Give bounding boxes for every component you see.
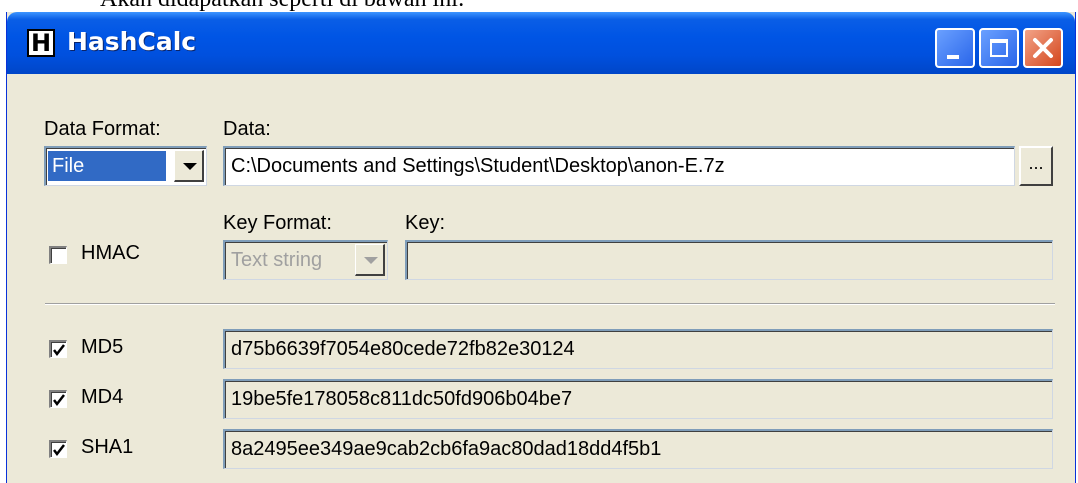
md4-result[interactable]: 19be5fe178058c811dc50fd906b04be7 <box>223 379 1053 419</box>
key-format-select[interactable]: Text string <box>223 240 388 280</box>
dropdown-arrow-icon[interactable] <box>174 150 204 182</box>
checkmark-icon <box>53 344 65 357</box>
window-title: HashCalc <box>67 27 197 56</box>
minimize-icon <box>947 55 959 59</box>
dropdown-arrow-icon[interactable] <box>355 244 385 276</box>
data-label: Data: <box>223 118 271 140</box>
data-format-value: File <box>48 151 166 181</box>
close-button[interactable] <box>1023 28 1063 68</box>
key-format-label: Key Format: <box>223 212 332 234</box>
key-label: Key: <box>405 212 446 234</box>
md4-label: MD4 <box>81 386 124 408</box>
close-icon <box>1033 38 1053 58</box>
key-input[interactable] <box>405 240 1053 280</box>
maximize-button[interactable] <box>979 28 1019 68</box>
md5-label: MD5 <box>81 336 124 358</box>
data-input[interactable]: C:\Documents and Settings\Student\Deskto… <box>223 146 1015 186</box>
sha1-checkbox[interactable] <box>49 440 67 458</box>
sha1-label: SHA1 <box>81 436 134 458</box>
md4-checkbox[interactable] <box>49 390 67 408</box>
hashcalc-window: H HashCalc Data Format: File Data: C:\Do… <box>6 12 1076 483</box>
app-icon: H <box>27 29 55 57</box>
key-format-value: Text string <box>231 249 323 271</box>
maximize-icon <box>990 39 1008 57</box>
checkmark-icon <box>53 394 65 407</box>
data-format-label: Data Format: <box>44 118 161 140</box>
md5-result[interactable]: d75b6639f7054e80cede72fb82e30124 <box>223 329 1053 369</box>
sha1-result[interactable]: 8a2495ee349ae9cab2cb6fa9ac80dad18dd4f5b1 <box>223 429 1053 469</box>
hmac-label: HMAC <box>81 242 140 264</box>
divider <box>45 303 1055 305</box>
minimize-button[interactable] <box>935 28 975 68</box>
title-bar[interactable]: H HashCalc <box>7 12 1075 74</box>
data-format-select[interactable]: File <box>44 146 207 186</box>
checkmark-icon <box>53 444 65 457</box>
hmac-checkbox[interactable] <box>49 246 67 264</box>
md5-checkbox[interactable] <box>49 340 67 358</box>
browse-button[interactable]: ... <box>1019 146 1053 186</box>
